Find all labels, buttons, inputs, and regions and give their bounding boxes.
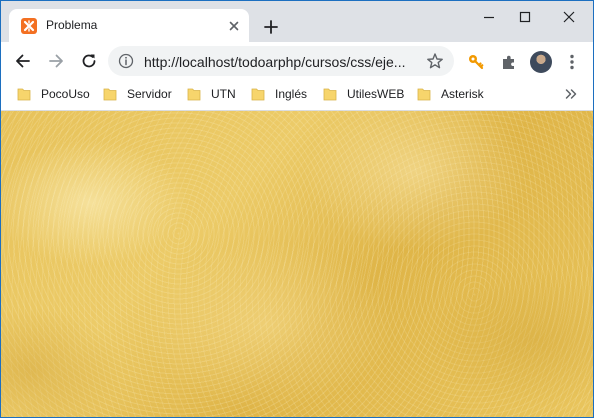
folder-icon <box>17 88 31 101</box>
chevron-double-right-icon[interactable] <box>564 86 578 102</box>
avatar[interactable] <box>530 51 552 73</box>
folder-icon <box>187 88 201 101</box>
folder-icon <box>417 88 431 101</box>
close-icon[interactable] <box>227 19 241 33</box>
bookmark-label: Asterisk <box>441 87 484 101</box>
bookmark-label: UTN <box>211 87 236 101</box>
bookmarks-bar: PocoUso Servidor UTN Inglés UtilesWEB As… <box>1 80 593 111</box>
folder-icon <box>103 88 117 101</box>
window-close-icon[interactable] <box>559 7 579 27</box>
bookmark-label: PocoUso <box>41 87 90 101</box>
reload-icon[interactable] <box>79 51 99 71</box>
back-arrow-icon[interactable] <box>13 51 33 71</box>
kebab-menu-icon[interactable] <box>567 53 577 71</box>
info-icon[interactable] <box>118 53 134 69</box>
tab-problema[interactable]: Problema <box>9 9 249 42</box>
address-bar[interactable]: http://localhost/todoarphp/cursos/css/ej… <box>108 46 454 76</box>
browser-window: Problema http://localhost/todoarphp/curs… <box>0 0 594 418</box>
new-tab-icon[interactable] <box>261 17 281 37</box>
folder-icon <box>323 88 337 101</box>
forward-arrow-icon[interactable] <box>46 51 66 71</box>
bookmark-label: Inglés <box>275 87 308 101</box>
bookmark-star-icon[interactable] <box>426 52 444 70</box>
bookmark-label: UtilesWEB <box>347 87 405 101</box>
toolbar: http://localhost/todoarphp/cursos/css/ej… <box>1 42 593 80</box>
page-content-gold-background <box>1 111 593 417</box>
bookmark-label: Servidor <box>127 87 172 101</box>
extensions-puzzle-icon[interactable] <box>500 53 518 71</box>
minimize-icon[interactable] <box>479 7 499 27</box>
tab-title: Problema <box>46 18 98 32</box>
url-text[interactable]: http://localhost/todoarphp/cursos/css/ej… <box>144 54 422 70</box>
tab-strip: Problema <box>1 1 593 42</box>
xampp-icon <box>21 18 37 34</box>
maximize-icon[interactable] <box>515 7 535 27</box>
key-icon[interactable] <box>467 53 485 71</box>
folder-icon <box>251 88 265 101</box>
